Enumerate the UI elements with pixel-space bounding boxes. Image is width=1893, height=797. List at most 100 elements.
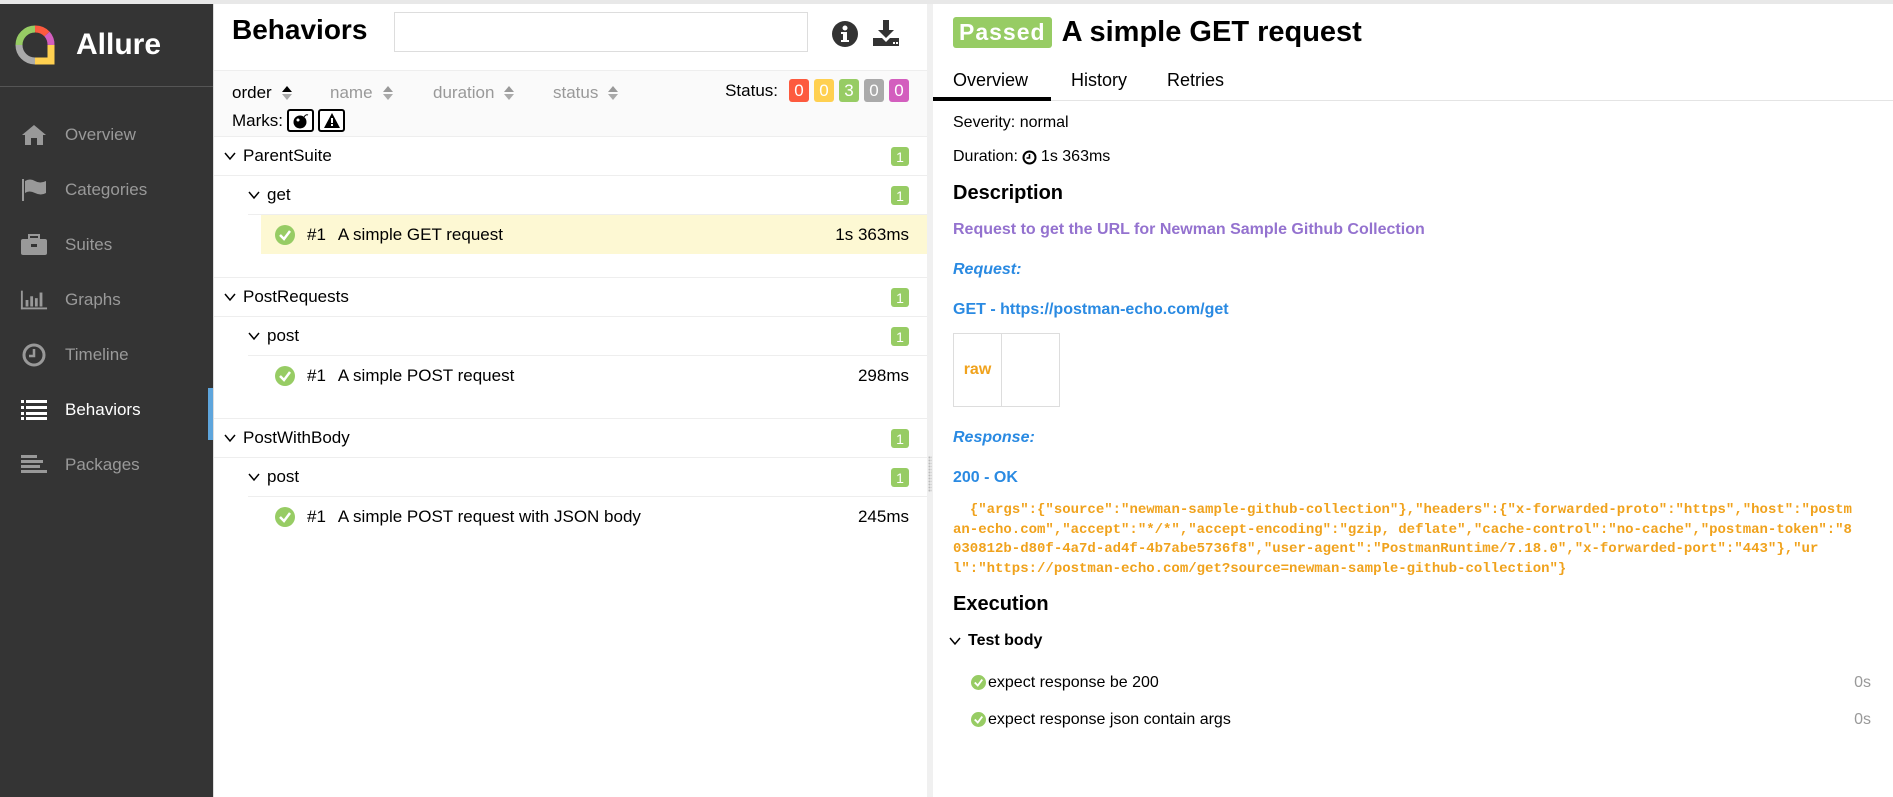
test-row[interactable]: #1 A simple POST request with JSON body … bbox=[261, 497, 927, 536]
test-row[interactable]: #1 A simple GET request 1s 363ms bbox=[261, 215, 927, 254]
marks-label: Marks: bbox=[232, 110, 283, 130]
sidebar-item-label: Behaviors bbox=[65, 399, 141, 419]
status-failed-toggle[interactable]: 0 bbox=[789, 79, 809, 102]
sidebar-item-label: Overview bbox=[65, 124, 136, 144]
briefcase-icon bbox=[20, 233, 48, 257]
list-icon bbox=[20, 398, 48, 422]
clock-icon bbox=[1022, 150, 1037, 164]
behaviors-tree: ParentSuite 1 get 1 #1 A simple GET requ… bbox=[214, 137, 927, 536]
chevron-down-icon bbox=[224, 434, 236, 443]
tab-overview[interactable]: Overview bbox=[933, 64, 1052, 101]
download-icon[interactable] bbox=[871, 18, 901, 48]
passed-check-icon bbox=[971, 712, 986, 727]
behaviors-panel: Behaviors order name duration status Sta… bbox=[213, 4, 927, 797]
group-count-badge: 1 bbox=[891, 288, 909, 307]
request-label: Request: bbox=[953, 261, 1022, 278]
sidebar-item-suites[interactable]: Suites bbox=[0, 217, 213, 272]
group-name: PostRequests bbox=[243, 287, 349, 306]
status-skipped-toggle[interactable]: 0 bbox=[864, 79, 884, 102]
duration-value: 1s 363ms bbox=[1040, 148, 1111, 165]
sidebar-item-label: Categories bbox=[65, 179, 148, 199]
sorter-label: duration bbox=[433, 83, 495, 102]
subgroup-name: get bbox=[267, 185, 291, 204]
sort-by-order[interactable]: order bbox=[232, 83, 292, 103]
sorter-label: order bbox=[232, 83, 272, 102]
sort-arrows-icon bbox=[382, 85, 393, 101]
status-badge: Passed bbox=[953, 17, 1052, 48]
group-name: PostWithBody bbox=[243, 428, 350, 447]
duration-label: Duration: bbox=[953, 148, 1018, 165]
step-duration: 0s bbox=[1854, 673, 1871, 691]
duration-line: Duration: 1s 363ms bbox=[953, 148, 1873, 166]
chevron-down-icon bbox=[224, 293, 236, 302]
group-count-badge: 1 bbox=[891, 147, 909, 166]
passed-check-icon bbox=[971, 675, 986, 690]
sort-by-status[interactable]: status bbox=[553, 83, 619, 103]
tree-group-row[interactable]: PostRequests 1 bbox=[214, 278, 927, 317]
sidebar-item-label: Timeline bbox=[65, 344, 129, 364]
sort-by-name[interactable]: name bbox=[330, 83, 393, 103]
flag-icon bbox=[20, 178, 48, 202]
info-icon[interactable] bbox=[831, 20, 859, 48]
sidebar-item-packages[interactable]: Packages bbox=[0, 437, 213, 492]
tree-group-row[interactable]: PostWithBody 1 bbox=[214, 419, 927, 458]
tree-group-row[interactable]: ParentSuite 1 bbox=[214, 137, 927, 176]
flaky-mark-toggle[interactable] bbox=[287, 109, 314, 132]
execution-heading: Execution bbox=[953, 593, 1049, 615]
group-name: ParentSuite bbox=[243, 146, 332, 165]
sidebar-item-label: Graphs bbox=[65, 289, 121, 309]
subgroup-count-badge: 1 bbox=[891, 327, 909, 346]
test-duration: 245ms bbox=[857, 506, 909, 526]
test-detail-panel: Passed A simple GET request Overview His… bbox=[933, 4, 1893, 797]
response-body: {"args":{"source":"newman-sample-github-… bbox=[953, 502, 1852, 577]
test-name: A simple POST request bbox=[337, 365, 515, 385]
sort-by-duration[interactable]: duration bbox=[433, 83, 515, 103]
test-duration: 298ms bbox=[857, 365, 909, 385]
sidebar-item-overview[interactable]: Overview bbox=[0, 107, 213, 162]
status-unknown-toggle[interactable]: 0 bbox=[889, 79, 909, 102]
description-heading: Description bbox=[953, 182, 1064, 204]
sorter-label: status bbox=[553, 83, 599, 102]
group-spacer bbox=[214, 254, 927, 278]
response-label: Response: bbox=[953, 429, 1035, 446]
sidebar-item-graphs[interactable]: Graphs bbox=[0, 272, 213, 327]
step-row[interactable]: expect response be 200 0s bbox=[971, 664, 1873, 701]
step-row[interactable]: expect response json contain args 0s bbox=[971, 701, 1873, 738]
chevron-down-icon bbox=[248, 191, 260, 200]
status-passed-toggle[interactable]: 3 bbox=[839, 79, 859, 102]
sidebar-item-label: Packages bbox=[65, 454, 140, 474]
tree-subgroup-row[interactable]: get 1 bbox=[248, 176, 927, 215]
app-name: Allure bbox=[76, 28, 162, 61]
search-input[interactable] bbox=[394, 12, 808, 52]
severity: Severity: normal bbox=[953, 114, 1069, 131]
new-failed-mark-toggle[interactable] bbox=[318, 109, 345, 132]
sidebar-item-behaviors[interactable]: Behaviors bbox=[0, 382, 213, 440]
status-broken-toggle[interactable]: 0 bbox=[814, 79, 834, 102]
tab-history[interactable]: History bbox=[1051, 64, 1147, 101]
test-duration: 1s 363ms bbox=[835, 224, 909, 244]
test-title: A simple GET request bbox=[1061, 16, 1362, 48]
tree-subgroup-row[interactable]: post 1 bbox=[248, 458, 927, 497]
test-body-toggle[interactable]: Test body bbox=[949, 632, 1873, 650]
passed-check-icon bbox=[275, 506, 295, 527]
brand[interactable]: Allure bbox=[0, 4, 213, 87]
tab-retries[interactable]: Retries bbox=[1147, 64, 1244, 101]
page-title: Behaviors bbox=[232, 14, 368, 45]
splitter-grip-icon[interactable] bbox=[928, 456, 932, 492]
tree-subgroup-row[interactable]: post 1 bbox=[248, 317, 927, 356]
sidebar-item-categories[interactable]: Categories bbox=[0, 162, 213, 217]
test-row[interactable]: #1 A simple POST request 298ms bbox=[261, 356, 927, 395]
raw-label: raw bbox=[954, 334, 1002, 406]
subgroup-count-badge: 1 bbox=[891, 468, 909, 487]
request-line: GET - https://postman-echo.com/get bbox=[953, 301, 1229, 318]
sort-toolbar: order name duration status Status: 0 0 3… bbox=[214, 71, 927, 137]
test-number: #1 bbox=[307, 506, 326, 526]
sidebar-item-timeline[interactable]: Timeline bbox=[0, 327, 213, 382]
clock-icon bbox=[20, 343, 48, 367]
bomb-icon bbox=[293, 114, 308, 129]
subgroup-count-badge: 1 bbox=[891, 186, 909, 205]
passed-check-icon bbox=[275, 365, 295, 386]
subgroup-name: post bbox=[267, 326, 300, 345]
request-body-table: raw bbox=[953, 333, 1060, 407]
step-name: expect response json contain args bbox=[988, 710, 1231, 728]
